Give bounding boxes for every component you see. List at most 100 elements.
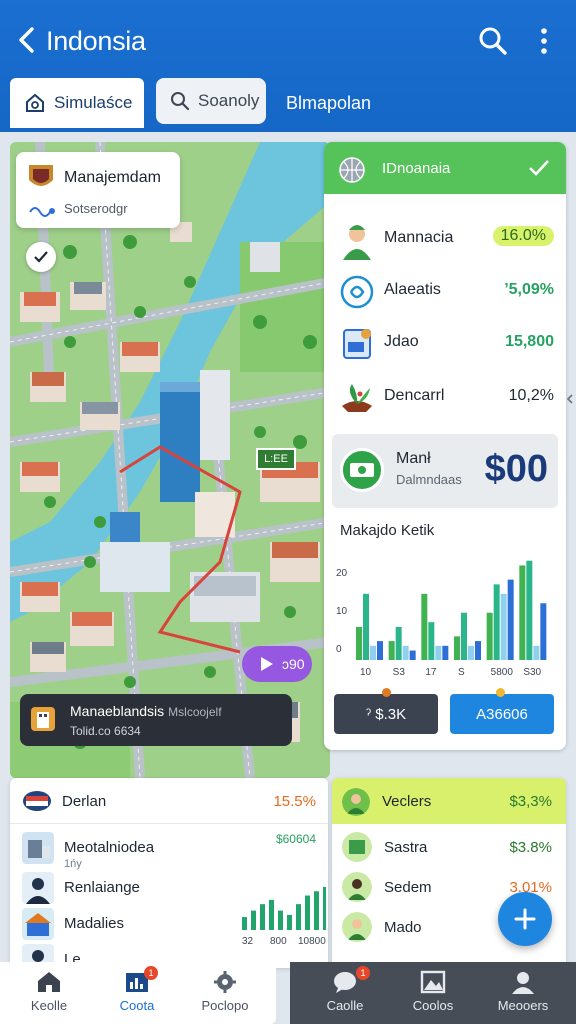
bar bbox=[454, 636, 460, 660]
nav-label: Caolle bbox=[326, 998, 364, 1013]
home-gear-icon bbox=[26, 93, 44, 112]
bar bbox=[356, 626, 362, 660]
chart-title: Makajdo Ketik bbox=[340, 522, 435, 539]
y-tick-label: 20 bbox=[336, 568, 348, 579]
stats-row-name: Jdao bbox=[384, 333, 419, 350]
play-label: ɔ90 bbox=[282, 656, 305, 672]
nav-home[interactable]: Keolle bbox=[4, 962, 94, 1024]
stats-row[interactable]: Alaeatis ʼ5,09% bbox=[324, 264, 566, 318]
plant-icon bbox=[342, 384, 372, 412]
nav-chat[interactable]: 1 Caolle bbox=[300, 962, 390, 1024]
person-avatar-icon bbox=[342, 912, 372, 942]
person-avatar-icon bbox=[22, 872, 54, 904]
vectors-row[interactable]: Sastra $3.8% bbox=[342, 832, 556, 864]
map-banner[interactable]: Manaeblandsis Mslcoojelf Tolid.co 6634 bbox=[20, 694, 292, 746]
x-tick-label: S bbox=[458, 667, 465, 678]
map-location-tag[interactable]: L:EE bbox=[256, 448, 296, 470]
money-icon bbox=[340, 448, 384, 492]
bar bbox=[461, 612, 467, 660]
stats-row-name: Dencarrl bbox=[384, 387, 445, 404]
chevron-left-icon[interactable] bbox=[566, 394, 574, 404]
summary-card-value: 15.5% bbox=[273, 793, 316, 810]
more-options-icon[interactable] bbox=[532, 26, 556, 56]
tab-label: Simulaśce bbox=[54, 93, 133, 112]
banner-extra: Mslcoojelf bbox=[168, 705, 222, 719]
tab-map[interactable]: Blmapolan bbox=[286, 78, 371, 128]
stats-panel-header[interactable]: IDnoanaia bbox=[324, 142, 566, 194]
home-icon bbox=[38, 972, 60, 992]
banner-title: Manaeblandsis Mslcoojelf bbox=[70, 703, 222, 719]
x-tick-label: 5800 bbox=[491, 667, 514, 678]
bar bbox=[296, 904, 301, 930]
summary-card-title: Derlan bbox=[62, 793, 107, 810]
person-avatar-icon bbox=[342, 788, 370, 816]
person-avatar-icon bbox=[342, 872, 372, 902]
list-item[interactable]: Renlaiange bbox=[22, 872, 202, 906]
notification-badge: 1 bbox=[356, 966, 370, 980]
nav-chart[interactable]: 1 Coota bbox=[92, 962, 182, 1024]
bar bbox=[314, 891, 319, 930]
search-icon bbox=[171, 92, 190, 111]
check-icon[interactable] bbox=[528, 158, 550, 178]
money-amount: $00 bbox=[484, 448, 548, 490]
vectors-card-header[interactable]: Veclers $3,3% bbox=[332, 778, 566, 824]
stats-panel: IDnoanaia Mannacia 16.0% Alaeatis ʼ5,09%… bbox=[324, 142, 566, 750]
play-button[interactable]: ɔ90 bbox=[242, 646, 312, 682]
list-item[interactable]: Madalies bbox=[22, 908, 202, 942]
nav-settings[interactable]: Poclopo bbox=[180, 962, 270, 1024]
bar bbox=[323, 886, 326, 930]
bar bbox=[428, 622, 435, 660]
stats-row-value: ʼ5,09% bbox=[504, 281, 554, 298]
user-icon bbox=[512, 972, 534, 994]
bar bbox=[251, 910, 256, 930]
indicator-dot bbox=[382, 688, 391, 697]
map-card-title: Manajemdam bbox=[64, 169, 161, 186]
money-subtitle: Dalmndaas bbox=[396, 472, 462, 487]
primary-action-button[interactable]: A36606 bbox=[450, 688, 554, 734]
list-item[interactable]: Meotalniodea 1ńy bbox=[22, 832, 202, 870]
bar bbox=[395, 626, 402, 660]
stats-row[interactable]: Dencarrl 10,2% bbox=[324, 370, 566, 424]
x-tick-label: 800 bbox=[270, 936, 287, 947]
x-tick-label: 32 bbox=[242, 936, 254, 947]
list-item-name: Renlaiange bbox=[64, 879, 140, 896]
back-arrow-icon[interactable] bbox=[12, 22, 42, 58]
person-avatar-icon bbox=[342, 832, 372, 862]
bar bbox=[468, 645, 474, 660]
money-title: Manł bbox=[396, 450, 431, 467]
house-thumbnail-icon bbox=[22, 908, 54, 940]
bar bbox=[435, 645, 442, 660]
bottom-nav-primary: Keolle 1 Coota Poclopo bbox=[0, 962, 276, 1024]
map-info-card[interactable]: Manajemdam Sotserodgr bbox=[16, 152, 180, 228]
tab-simulation[interactable]: Simulaśce bbox=[10, 78, 144, 128]
bar bbox=[519, 565, 526, 660]
summary-right-value: $60604 bbox=[275, 832, 316, 846]
bar bbox=[540, 603, 547, 660]
summary-card-header[interactable]: Derlan 15.5% bbox=[10, 778, 328, 824]
y-tick-label: 10 bbox=[336, 606, 348, 617]
tab-search[interactable]: Soanoly bbox=[156, 78, 266, 124]
vectors-row-name: Sastra bbox=[384, 839, 428, 856]
bar bbox=[486, 612, 493, 660]
nav-profile[interactable]: Meooers bbox=[478, 962, 568, 1024]
stats-row-name: Alaeatis bbox=[384, 281, 441, 298]
stats-row[interactable]: Jdao 15,800 bbox=[324, 316, 566, 370]
bar bbox=[409, 650, 416, 660]
bar bbox=[287, 914, 292, 930]
bar bbox=[363, 593, 369, 660]
check-icon[interactable] bbox=[26, 242, 56, 272]
link-icon bbox=[340, 275, 374, 309]
city-map[interactable]: Manajemdam Sotserodgr L:EE ɔ90 Manaeblan… bbox=[10, 142, 330, 778]
vectors-card-title: Veclers bbox=[382, 793, 432, 810]
bar bbox=[377, 641, 383, 660]
add-button[interactable] bbox=[498, 892, 552, 946]
button-label: A36606 bbox=[476, 705, 528, 723]
indicator-dot bbox=[496, 688, 505, 697]
nav-gallery[interactable]: Coolos bbox=[388, 962, 478, 1024]
stats-row[interactable]: Mannacia 16.0% bbox=[324, 212, 566, 266]
search-icon[interactable] bbox=[476, 24, 510, 58]
bar bbox=[260, 904, 265, 930]
money-card[interactable]: Manł Dalmndaas $00 bbox=[332, 434, 558, 508]
secondary-action-button[interactable]: ˀ $.3K bbox=[334, 688, 438, 734]
x-tick-label: 10800 bbox=[298, 936, 326, 947]
